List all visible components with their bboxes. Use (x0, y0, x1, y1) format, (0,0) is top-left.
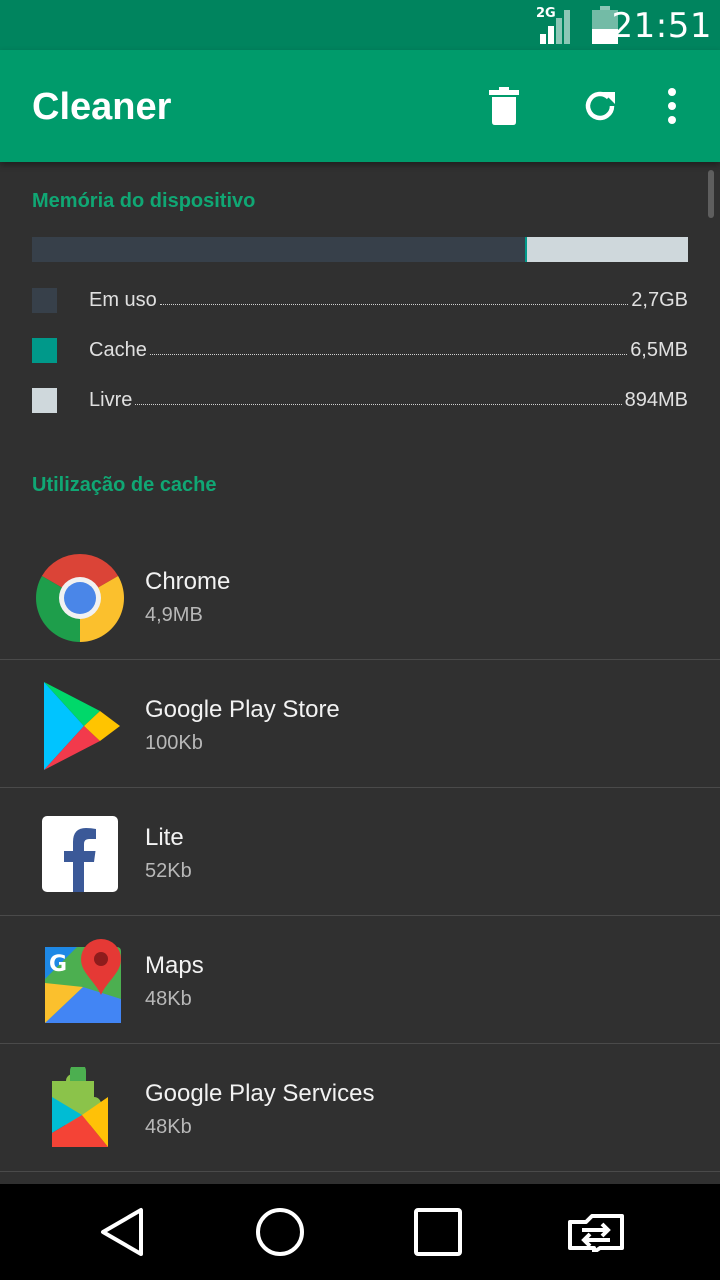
app-name: Chrome (145, 568, 231, 595)
legend-row-used: Em uso 2,7GB (32, 285, 688, 315)
app-name: Google Play Store (145, 696, 340, 723)
app-cache-size: 48Kb (145, 988, 192, 1010)
memory-usage-bar (32, 237, 688, 262)
legend-row-cache: Cache 6,5MB (32, 335, 688, 365)
app-name: Google Play Services (145, 1080, 375, 1107)
legend-label: Livre (89, 388, 133, 411)
legend-swatch (32, 287, 57, 313)
list-item-chrome[interactable]: Chrome 4,9MB (0, 532, 720, 660)
legend-row-free: Livre 894MB (32, 385, 688, 415)
delete-icon (489, 87, 519, 125)
status-bar: 2G 21:51 (0, 0, 720, 50)
cache-app-list: Chrome 4,9MB Google Play Store 100Kb Lit… (0, 532, 720, 1172)
memory-free-segment (527, 237, 688, 262)
legend-swatch (32, 337, 57, 363)
content[interactable]: Memória do dispositivo Em uso 2,7GB Cach… (0, 162, 720, 1184)
legend-leader (159, 303, 629, 305)
navigation-bar (0, 1184, 720, 1280)
app-cache-size: 48Kb (145, 1116, 192, 1138)
refresh-icon (585, 91, 615, 121)
svg-text:G: G (49, 952, 67, 977)
more-vertical-icon (668, 88, 676, 124)
back-button[interactable] (92, 1202, 152, 1262)
app-bar: Cleaner (0, 50, 720, 162)
memory-section-header: Memória do dispositivo (32, 190, 256, 212)
clock: 21:51 (611, 6, 712, 46)
list-item-maps[interactable]: G Maps 48Kb (0, 916, 720, 1044)
signal-bars (540, 10, 570, 44)
play-services-icon (34, 1064, 126, 1156)
refresh-button[interactable] (574, 80, 626, 132)
app-cache-size: 4,9MB (145, 604, 203, 626)
cache-section-header: Utilização de cache (32, 474, 217, 496)
app-cache-size: 52Kb (145, 860, 192, 882)
app-name: Lite (145, 824, 184, 851)
legend-value: 894MB (624, 388, 688, 411)
legend-label: Cache (89, 338, 147, 361)
recents-icon (414, 1208, 462, 1256)
list-item-play-store[interactable]: Google Play Store 100Kb (0, 660, 720, 788)
play-store-icon (34, 680, 126, 772)
delete-button[interactable] (478, 80, 530, 132)
app-cache-size: 100Kb (145, 732, 203, 754)
facebook-lite-icon (34, 808, 126, 900)
more-options-button[interactable] (646, 80, 698, 132)
switch-app-button[interactable] (566, 1202, 626, 1262)
recents-button[interactable] (408, 1202, 468, 1262)
legend-swatch (32, 387, 57, 413)
legend-leader (149, 353, 628, 355)
app-title: Cleaner (32, 86, 172, 128)
maps-icon: G (34, 936, 126, 1028)
legend-value: 6,5MB (630, 338, 688, 361)
chrome-icon (34, 552, 126, 644)
list-item-lite[interactable]: Lite 52Kb (0, 788, 720, 916)
list-item-play-services[interactable]: Google Play Services 48Kb (0, 1044, 720, 1172)
home-icon (256, 1208, 304, 1256)
legend-label: Em uso (89, 288, 157, 311)
scrollbar[interactable] (708, 170, 714, 218)
legend-value: 2,7GB (631, 288, 688, 311)
home-button[interactable] (250, 1202, 310, 1262)
signal-icon: 2G (536, 6, 578, 44)
app-name: Maps (145, 952, 204, 979)
back-icon (101, 1208, 143, 1256)
legend-leader (135, 403, 622, 405)
memory-used-segment (32, 237, 526, 262)
switch-app-icon (568, 1214, 624, 1252)
